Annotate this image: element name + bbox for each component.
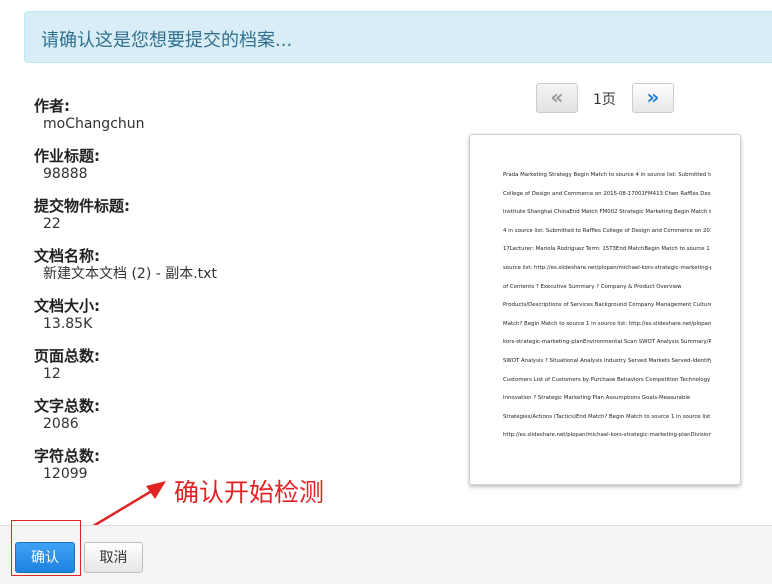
annotation-text: 确认开始检测	[174, 478, 325, 507]
confirm-button[interactable]: 确认	[15, 542, 75, 573]
annotation-arrow-icon	[89, 481, 166, 530]
cancel-button[interactable]: 取消	[84, 542, 143, 573]
